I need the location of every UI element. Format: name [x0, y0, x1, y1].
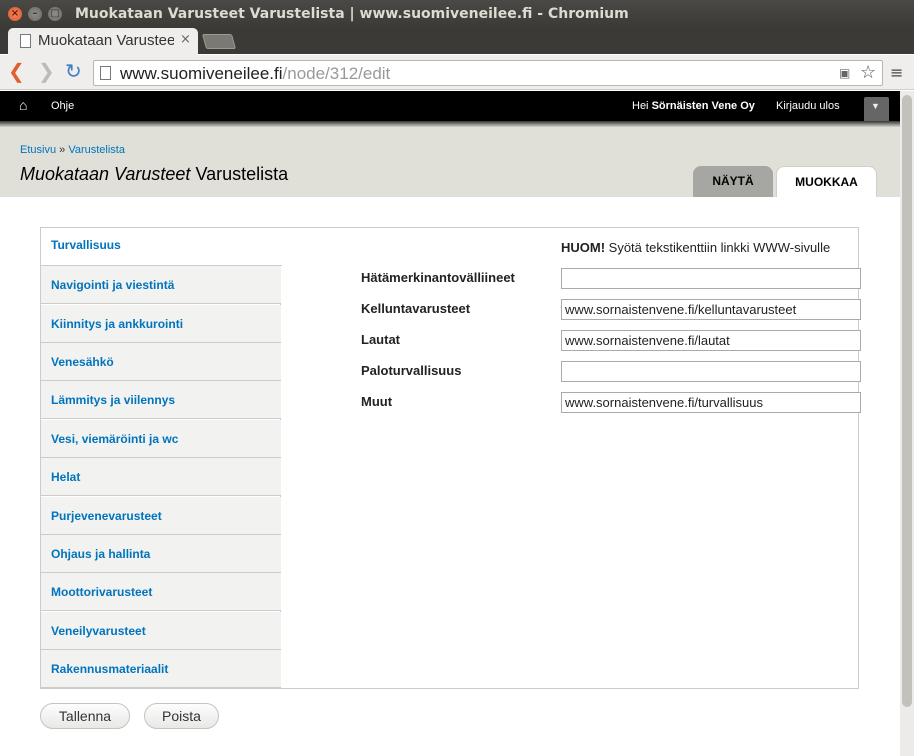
vertical-tab-venesahko[interactable]: Venesähkö: [41, 343, 281, 381]
browser-tab[interactable]: Muokataan Varustee ×: [8, 28, 198, 55]
shortcuts-toggle-button[interactable]: ▼: [864, 97, 889, 122]
username[interactable]: Sörnäisten Vene Oy: [652, 100, 755, 112]
browser-tab-title: Muokataan Varustee: [38, 32, 174, 49]
browser-toolbar: ❮ ❯ ↻ www.suomiveneilee.fi/node/312/edit…: [0, 55, 914, 90]
field-label-paloturvallisuus: Paloturvallisuus: [361, 363, 462, 378]
star-icon[interactable]: ☆: [860, 62, 876, 83]
url-text[interactable]: www.suomiveneilee.fi/node/312/edit: [120, 64, 390, 84]
chevron-down-icon: ▼: [871, 101, 880, 111]
home-icon[interactable]: ⌂: [19, 97, 27, 113]
window-minimize-button[interactable]: –: [28, 7, 42, 21]
help-link[interactable]: Ohje: [51, 100, 74, 112]
field-label-kelluntavarusteet: Kelluntavarusteet: [361, 301, 471, 316]
back-arrow-icon[interactable]: ❮: [8, 59, 25, 83]
tab-view[interactable]: NÄYTÄ: [693, 166, 773, 197]
hatamerkinanto-input[interactable]: [561, 268, 861, 289]
page-title: Muokataan Varusteet Varustelista: [20, 164, 289, 184]
field-label-muut: Muut: [361, 394, 393, 409]
page-icon: [100, 66, 111, 80]
address-bar[interactable]: www.suomiveneilee.fi/node/312/edit ▣ ☆: [93, 60, 883, 86]
new-tab-button[interactable]: [201, 34, 237, 49]
vertical-tab-pane: HUOM! Syötä tekstikenttiin linkki WWW-si…: [321, 228, 861, 688]
vertical-tab-kiinnitys[interactable]: Kiinnitys ja ankkurointi: [41, 305, 281, 343]
save-button[interactable]: Tallenna: [40, 703, 130, 729]
page-header: Etusivu » Varustelista Muokataan Varuste…: [0, 127, 900, 197]
field-label-hatamerkinanto: Hätämerkinantovälliineet: [361, 270, 515, 285]
vertical-tab-rakennus[interactable]: Rakennusmateriaalit: [41, 650, 281, 688]
vertical-tab-moottori[interactable]: Moottorivarusteet: [41, 573, 281, 611]
tab-edit[interactable]: MUOKKAA: [776, 166, 877, 197]
page-scrollbar[interactable]: [900, 91, 914, 756]
logout-link[interactable]: Kirjaudu ulos: [776, 100, 840, 112]
vertical-tab-navigointi[interactable]: Navigointi ja viestintä: [41, 266, 281, 304]
vertical-tabs: Turvallisuus Navigointi ja viestintä Kii…: [40, 227, 861, 689]
tab-close-icon[interactable]: ×: [180, 32, 191, 47]
paloturvallisuus-input[interactable]: [561, 361, 861, 382]
page-viewport: ⌂ Ohje Hei Sörnäisten Vene Oy Kirjaudu u…: [0, 91, 900, 756]
vertical-tab-lammitys[interactable]: Lämmitys ja viilennys: [41, 381, 281, 419]
window-maximize-button[interactable]: □: [48, 7, 62, 21]
admin-toolbar: ⌂ Ohje Hei Sörnäisten Vene Oy Kirjaudu u…: [0, 91, 900, 122]
field-label-lautat: Lautat: [361, 332, 400, 347]
vertical-tab-purjevene[interactable]: Purjevenevarusteet: [41, 497, 281, 535]
page-icon: [20, 34, 31, 48]
translate-icon[interactable]: ▣: [839, 66, 850, 80]
breadcrumb: Etusivu » Varustelista: [20, 144, 125, 156]
vertical-tabs-menu: Turvallisuus Navigointi ja viestintä Kii…: [41, 228, 282, 688]
scrollbar-thumb[interactable]: [902, 95, 912, 707]
form-notice: HUOM! Syötä tekstikenttiin linkki WWW-si…: [561, 240, 831, 255]
reload-icon[interactable]: ↻: [65, 59, 82, 83]
breadcrumb-link-list[interactable]: Varustelista: [68, 144, 125, 156]
muut-input[interactable]: [561, 392, 861, 413]
vertical-tab-turvallisuus[interactable]: Turvallisuus: [41, 228, 282, 266]
delete-button[interactable]: Poista: [144, 703, 219, 729]
vertical-tab-vesi[interactable]: Vesi, viemäröinti ja wc: [41, 420, 281, 458]
vertical-tab-ohjaus[interactable]: Ohjaus ja hallinta: [41, 535, 281, 573]
breadcrumb-link-home[interactable]: Etusivu: [20, 144, 56, 156]
lautat-input[interactable]: [561, 330, 861, 351]
window-title: Muokataan Varusteet Varustelista | www.s…: [75, 6, 629, 22]
forward-arrow-icon[interactable]: ❯: [38, 59, 55, 83]
kelluntavarusteet-input[interactable]: [561, 299, 861, 320]
window-title-bar: × – □ Muokataan Varusteet Varustelista |…: [0, 0, 914, 28]
menu-icon[interactable]: ≡: [890, 63, 903, 82]
vertical-tab-veneily[interactable]: Veneilyvarusteet: [41, 612, 281, 650]
vertical-tab-helat[interactable]: Helat: [41, 458, 281, 496]
window-close-button[interactable]: ×: [8, 7, 22, 21]
user-greeting: Hei Sörnäisten Vene Oy: [632, 100, 755, 112]
